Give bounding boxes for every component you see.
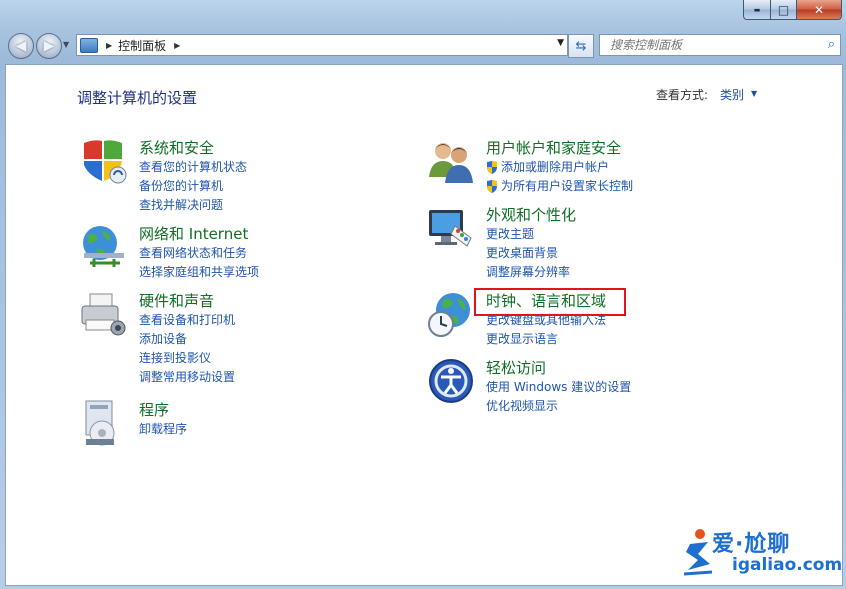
watermark: 爱·尬聊 igaliao.com <box>684 526 844 580</box>
maximize-icon: □ <box>777 2 790 17</box>
task-link[interactable]: 连接到投影仪 <box>139 349 235 368</box>
category-title[interactable]: 硬件和声音 <box>139 290 214 311</box>
refresh-icon: ⇆ <box>575 38 587 54</box>
category-title[interactable]: 程序 <box>139 399 169 420</box>
category-title[interactable]: 外观和个性化 <box>486 204 576 225</box>
runner-logo-icon <box>684 529 713 576</box>
task-link-label[interactable]: 为所有用户设置家长控制 <box>501 177 633 196</box>
chevron-down-icon[interactable]: ▼ <box>751 89 757 98</box>
watermark-title: 爱·尬聊 <box>712 532 791 557</box>
task-link[interactable]: 添加或删除用户帐户 <box>486 158 633 177</box>
task-link[interactable]: 更改主题 <box>486 225 570 244</box>
search-input[interactable] <box>608 37 812 53</box>
search-icon[interactable]: ⌕ <box>828 37 835 52</box>
category-title[interactable]: 用户帐户和家庭安全 <box>486 137 621 158</box>
task-link[interactable]: 选择家庭组和共享选项 <box>139 263 259 282</box>
uac-shield-icon <box>487 161 497 174</box>
task-link[interactable]: 卸载程序 <box>139 420 187 439</box>
maximize-button[interactable]: □ <box>771 0 797 20</box>
address-dropdown-icon[interactable]: ▼ <box>557 38 564 48</box>
task-link[interactable]: 查看网络状态和任务 <box>139 244 259 263</box>
task-link[interactable]: 为所有用户设置家长控制 <box>486 177 633 196</box>
control-panel-window: ▬ □ ✕ ◀ ▶ ▼ ▶ 控制面板 ▶ ▼ ⇆ ⌕ 调整计算机的设置 查看方式… <box>0 0 846 589</box>
breadcrumb-chevron-icon[interactable]: ▶ <box>106 41 112 50</box>
category-links: 卸载程序 <box>139 420 187 439</box>
view-by-label: 查看方式: <box>656 88 709 102</box>
task-link-label[interactable]: 添加或删除用户帐户 <box>501 158 609 177</box>
task-link[interactable]: 调整常用移动设置 <box>139 368 235 387</box>
task-link[interactable]: 备份您的计算机 <box>139 177 247 196</box>
caption-buttons: ▬ □ ✕ <box>743 0 842 20</box>
navigation-toolbar: ◀ ▶ ▼ ▶ 控制面板 ▶ ▼ ⇆ ⌕ <box>0 28 846 62</box>
ease-of-access-icon[interactable] <box>427 357 475 405</box>
close-button[interactable]: ✕ <box>797 0 842 20</box>
search-box[interactable]: ⌕ <box>599 34 841 56</box>
forward-arrow-icon: ▶ <box>43 38 55 54</box>
category-title[interactable]: 轻松访问 <box>486 357 546 378</box>
task-link[interactable]: 查看设备和打印机 <box>139 311 235 330</box>
forward-button[interactable]: ▶ <box>36 33 62 59</box>
category-links: 更改键盘或其他输入法 更改显示语言 <box>486 311 606 349</box>
category-title[interactable]: 系统和安全 <box>139 137 214 158</box>
category-links: 更改主题 更改桌面背景 调整屏幕分辨率 <box>486 225 570 282</box>
breadcrumb-chevron-icon[interactable]: ▶ <box>174 41 180 50</box>
task-link[interactable]: 添加设备 <box>139 330 235 349</box>
task-link[interactable]: 使用 Windows 建议的设置 <box>486 378 631 397</box>
minimize-icon: ▬ <box>753 5 761 14</box>
task-link[interactable]: 更改桌面背景 <box>486 244 570 263</box>
category-links: 查看设备和打印机 添加设备 连接到投影仪 调整常用移动设置 <box>139 311 235 387</box>
close-icon: ✕ <box>813 2 825 17</box>
highlight-box <box>474 288 626 316</box>
page-title: 调整计算机的设置 <box>77 89 198 107</box>
task-link[interactable]: 更改显示语言 <box>486 330 606 349</box>
control-panel-icon <box>80 37 98 53</box>
programs-disc-icon[interactable] <box>80 399 128 447</box>
category-links: 查看您的计算机状态 备份您的计算机 查找并解决问题 <box>139 158 247 215</box>
users-icon[interactable] <box>427 137 475 185</box>
task-link[interactable]: 查看您的计算机状态 <box>139 158 247 177</box>
breadcrumb-control-panel[interactable]: 控制面板 <box>118 37 166 54</box>
back-button[interactable]: ◀ <box>8 33 34 59</box>
category-links: 使用 Windows 建议的设置 优化视频显示 <box>486 378 631 416</box>
task-link[interactable]: 优化视频显示 <box>486 397 631 416</box>
printer-icon[interactable] <box>80 290 128 338</box>
network-globe-icon[interactable] <box>80 223 128 271</box>
refresh-button[interactable]: ⇆ <box>568 34 594 58</box>
recent-pages-dropdown[interactable]: ▼ <box>63 40 69 49</box>
category-title[interactable]: 网络和 Internet <box>139 223 248 244</box>
task-link[interactable]: 调整屏幕分辨率 <box>486 263 570 282</box>
monitor-palette-icon[interactable] <box>427 204 475 252</box>
main-content: 调整计算机的设置 查看方式: 类别 ▼ 系统和安全 查看您的计算机状态 备份您的… <box>5 64 843 586</box>
address-bar[interactable]: ▶ 控制面板 ▶ ▼ <box>76 34 568 56</box>
category-links: 添加或删除用户帐户 为所有用户设置家长控制 <box>486 158 633 196</box>
security-shield-icon[interactable] <box>80 137 128 185</box>
category-links: 查看网络状态和任务 选择家庭组和共享选项 <box>139 244 259 282</box>
clock-globe-icon[interactable] <box>427 290 475 338</box>
uac-shield-icon <box>487 180 497 193</box>
watermark-url: igaliao.com <box>732 555 843 575</box>
back-arrow-icon: ◀ <box>15 38 27 54</box>
view-by-dropdown[interactable]: 类别 <box>720 86 744 103</box>
task-link[interactable]: 查找并解决问题 <box>139 196 247 215</box>
minimize-button[interactable]: ▬ <box>743 0 771 20</box>
